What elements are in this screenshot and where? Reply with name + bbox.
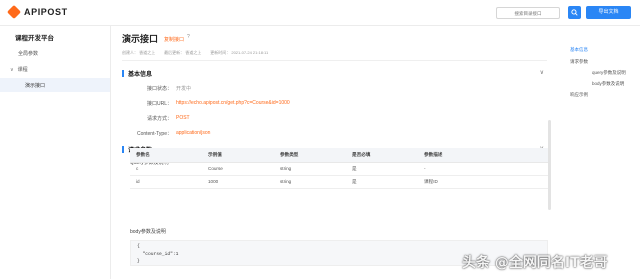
search-input[interactable]	[496, 7, 560, 19]
logo-text: APIPOST	[24, 7, 68, 17]
chevron-down-icon: ∨	[10, 66, 14, 73]
method-label: 请求方式：	[146, 116, 172, 122]
logo-mark-icon	[6, 4, 22, 20]
sidebar-folder-course[interactable]: ∨ 课程	[10, 66, 28, 74]
toc-item-request-params[interactable]: 请求参数	[570, 59, 588, 65]
top-bar: APIPOST 导出文档	[0, 0, 640, 26]
column-header: 参数描述	[418, 148, 548, 163]
meta-creator: 创建人： 香道之上	[122, 50, 156, 55]
export-doc-button[interactable]: 导出文档	[586, 6, 631, 19]
help-icon[interactable]: ?	[187, 34, 190, 40]
table-cell: string	[274, 162, 346, 176]
method-value: POST	[176, 115, 190, 121]
table-cell: id	[130, 175, 202, 189]
page-title: 演示接口	[122, 34, 159, 44]
sidebar-item-global-params[interactable]: 全局参数	[18, 50, 38, 57]
search-icon	[571, 9, 578, 16]
api-meta: 创建人： 香道之上 最后更新： 香道之上 更新时间： 2021-07-24 21…	[122, 50, 268, 56]
column-header: 是否必填	[346, 148, 418, 163]
app-logo[interactable]: APIPOST	[6, 4, 68, 20]
meta-last-updater: 最后更新： 香道之上	[164, 50, 202, 55]
column-header: 参数类型	[274, 148, 346, 163]
content-type-value: application/json	[176, 130, 211, 136]
table-row: id 1000 string 是 课程ID	[130, 175, 548, 189]
table-cell: 是	[346, 175, 418, 189]
body-params-title: body参数及说明	[130, 229, 166, 235]
api-status-label: 接口状态：	[146, 86, 172, 92]
sidebar: 课程开发平台 全局参数 ∨ 课程 演示接口	[0, 26, 111, 279]
api-url-value[interactable]: https://echo.apipost.cn/get.php?c=Course…	[176, 100, 290, 106]
toc-item-basic-info[interactable]: 基本信息	[570, 47, 588, 53]
code-line: {	[137, 244, 140, 249]
table-cell: c	[130, 162, 202, 176]
sidebar-folder-label: 课程	[17, 67, 28, 73]
table-cell: 1000	[202, 175, 274, 189]
toc-item-query-params[interactable]: query参数及说明	[592, 70, 626, 76]
copy-api-link[interactable]: 复制接口	[164, 36, 184, 43]
column-header: 参数名	[130, 148, 202, 163]
section-marker	[122, 146, 124, 153]
api-url-label: 接口URL：	[146, 101, 172, 107]
content-scrollbar[interactable]	[548, 120, 551, 210]
table-cell: Course	[202, 162, 274, 176]
section-title: 基本信息	[128, 72, 153, 78]
query-params-table: 参数名 示例值 参数类型 是否必填 参数描述 c Course string 是…	[130, 148, 548, 189]
chevron-down-icon[interactable]: ∨	[540, 69, 544, 76]
divider	[122, 60, 547, 61]
search-button[interactable]	[568, 6, 581, 19]
toc-item-body-params[interactable]: body参数及说明	[592, 81, 624, 87]
table-cell: 课程ID	[418, 175, 548, 189]
sidebar-item-label: 演示接口	[25, 83, 46, 89]
table-header-row: 参数名 示例值 参数类型 是否必填 参数描述	[130, 148, 548, 163]
api-status-value: 开发中	[176, 86, 192, 92]
meta-updated-at: 更新时间： 2021-07-24 21:18:11	[210, 50, 269, 55]
project-title: 课程开发平台	[15, 35, 54, 42]
section-marker	[122, 70, 124, 77]
sidebar-item-demo-api[interactable]: 演示接口	[0, 78, 110, 92]
watermark-overlay: 头条 @全网同名IT老哥	[462, 255, 608, 271]
table-cell: -	[418, 162, 548, 176]
table-row: c Course string 是 -	[130, 162, 548, 176]
content-type-label: Content-Type：	[136, 131, 172, 137]
table-cell: string	[274, 175, 346, 189]
section-basic-info[interactable]: 基本信息	[122, 69, 152, 78]
column-header: 示例值	[202, 148, 274, 163]
table-cell: 是	[346, 162, 418, 176]
toc-item-response-example[interactable]: 响应示例	[570, 92, 588, 98]
